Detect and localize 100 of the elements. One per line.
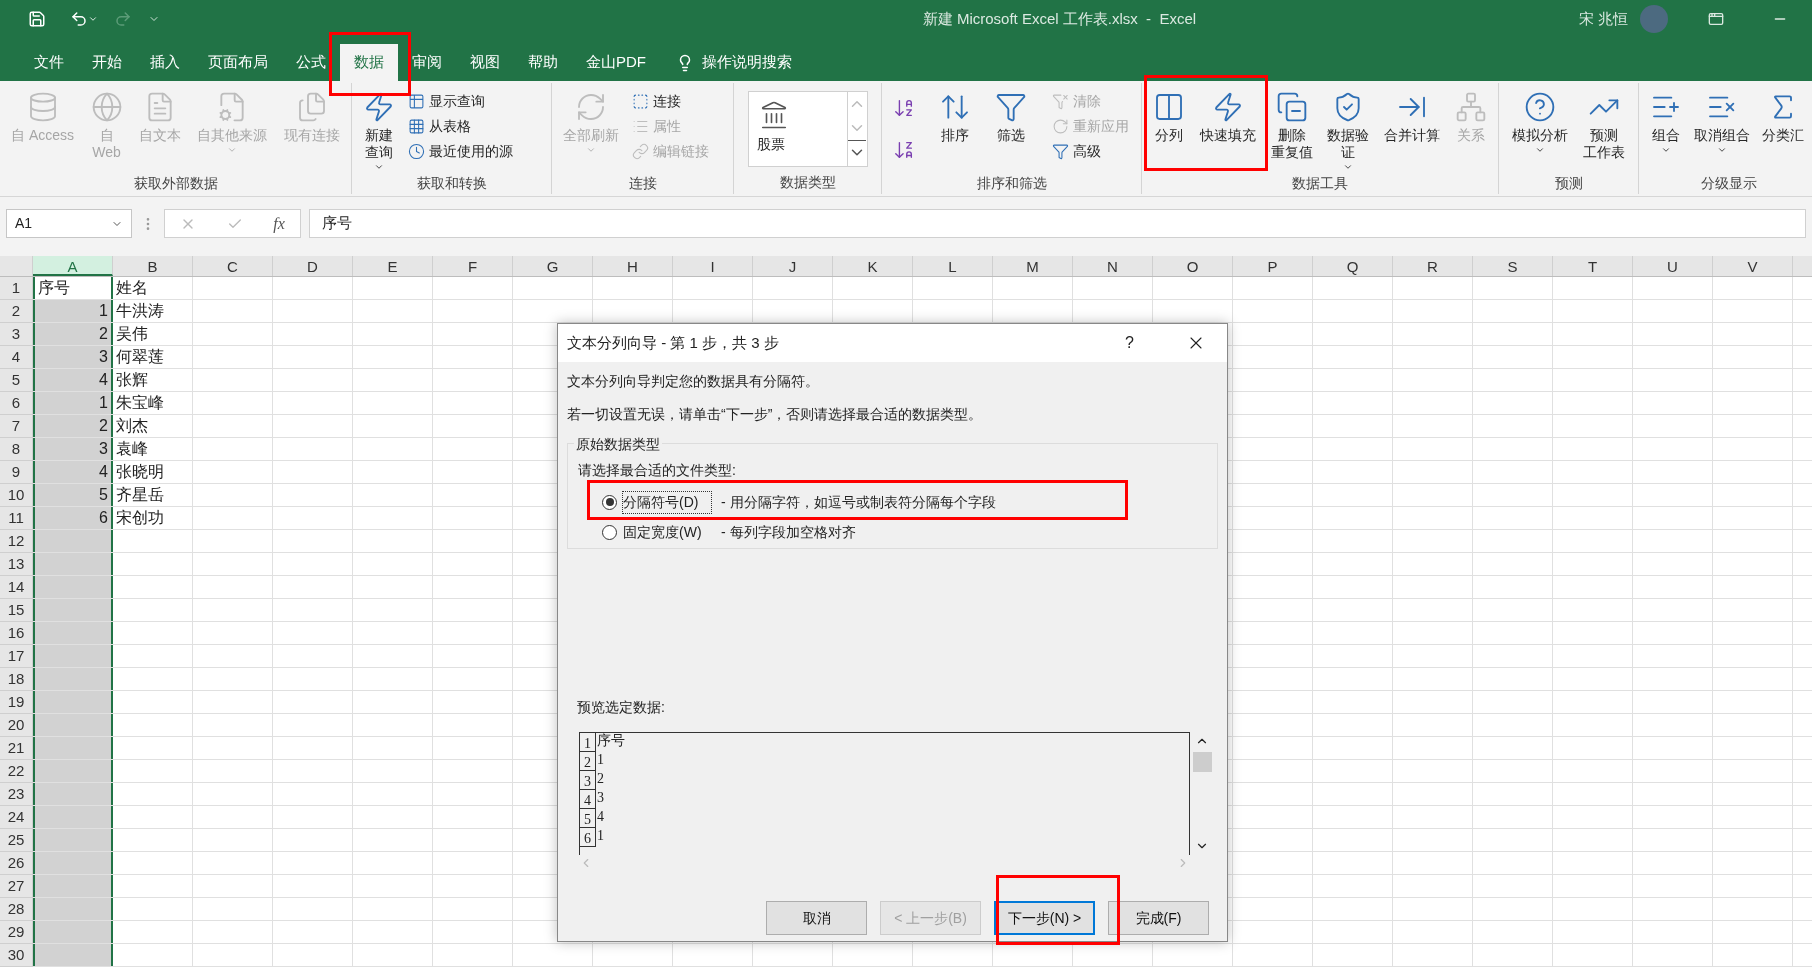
name-box[interactable]: A1 <box>6 209 132 238</box>
ribbon-button[interactable]: 显示查询 <box>404 89 517 114</box>
row-header[interactable]: 7 <box>0 415 33 438</box>
row-header[interactable]: 19 <box>0 691 33 714</box>
radio-label[interactable]: 固定宽度(W) <box>623 521 711 543</box>
ribbon-button[interactable]: 分列 <box>1150 87 1188 173</box>
ribbon-button[interactable]: 合并计算 <box>1381 87 1444 173</box>
ribbon-tab[interactable]: 开始 <box>78 44 136 81</box>
row-header[interactable]: 5 <box>0 369 33 392</box>
formula-field[interactable]: 序号 <box>309 209 1806 238</box>
ribbon-tab[interactable]: 公式 <box>282 44 340 81</box>
row-header[interactable]: 15 <box>0 599 33 622</box>
row-header[interactable]: 20 <box>0 714 33 737</box>
row-header[interactable]: 22 <box>0 760 33 783</box>
ribbon-button[interactable]: 删除 重复值 <box>1267 87 1316 173</box>
column-header[interactable]: M <box>993 256 1073 276</box>
ribbon-button[interactable]: 模拟分析 <box>1508 87 1571 173</box>
row-header[interactable]: 2 <box>0 300 33 323</box>
ribbon-button[interactable]: 预测 工作表 <box>1580 87 1629 173</box>
row-header[interactable]: 10 <box>0 484 33 507</box>
ribbon-button[interactable]: 最近使用的源 <box>404 139 517 164</box>
row-header[interactable]: 21 <box>0 737 33 760</box>
row-header[interactable]: 18 <box>0 668 33 691</box>
ribbon-button[interactable]: 新建 查询 <box>360 87 398 173</box>
ribbon-button[interactable]: 排序 <box>936 87 974 173</box>
dialog-button[interactable]: 下一步(N) > <box>994 901 1095 935</box>
ribbon-display-icon[interactable] <box>1708 11 1724 27</box>
column-header[interactable]: Q <box>1313 256 1393 276</box>
column-header[interactable]: F <box>433 256 513 276</box>
row-header[interactable]: 11 <box>0 507 33 530</box>
column-header[interactable]: L <box>913 256 993 276</box>
ribbon-button[interactable]: 数据验 证 <box>1324 87 1373 173</box>
undo-icon[interactable] <box>70 10 88 28</box>
ribbon-tab[interactable]: 金山PDF <box>572 44 660 81</box>
radio-button[interactable] <box>602 494 617 510</box>
row-header[interactable]: 14 <box>0 576 33 599</box>
row-header[interactable]: 16 <box>0 622 33 645</box>
row-header[interactable]: 4 <box>0 346 33 369</box>
user-name: 宋 兆恒 <box>1578 8 1628 29</box>
save-icon[interactable] <box>28 10 46 28</box>
row-header[interactable]: 6 <box>0 392 33 415</box>
group-label: 预测 <box>1553 174 1584 193</box>
column-header[interactable]: O <box>1153 256 1233 276</box>
ribbon-button[interactable]: 取消组合 <box>1691 87 1753 173</box>
column-header[interactable]: C <box>193 256 273 276</box>
help-button[interactable]: ? <box>1125 331 1134 355</box>
column-header[interactable]: V <box>1713 256 1793 276</box>
column-header[interactable]: I <box>673 256 753 276</box>
column-header[interactable]: U <box>1633 256 1713 276</box>
column-header[interactable]: B <box>113 256 193 276</box>
row-header[interactable]: 13 <box>0 553 33 576</box>
radio-label[interactable]: 分隔符号(D) <box>623 491 711 513</box>
column-header[interactable]: P <box>1233 256 1313 276</box>
insert-function-button[interactable]: fx <box>273 211 285 236</box>
column-header[interactable]: E <box>353 256 433 276</box>
ribbon-button[interactable]: 筛选 <box>992 87 1030 173</box>
row-header[interactable]: 9 <box>0 461 33 484</box>
row-header[interactable]: 28 <box>0 898 33 921</box>
ribbon-tab[interactable]: 插入 <box>136 44 194 81</box>
column-header[interactable]: D <box>273 256 353 276</box>
radio-button[interactable] <box>602 524 617 540</box>
ribbon-button[interactable]: 组合 <box>1647 87 1685 173</box>
row-header[interactable]: 26 <box>0 852 33 875</box>
row-header[interactable]: 23 <box>0 783 33 806</box>
ribbon-button[interactable]: 快速填充 <box>1196 87 1259 173</box>
ribbon-tab[interactable]: 页面布局 <box>194 44 282 81</box>
ribbon-tab[interactable]: 视图 <box>456 44 514 81</box>
column-header[interactable]: S <box>1473 256 1553 276</box>
row-header[interactable]: 27 <box>0 875 33 898</box>
ribbon-button[interactable]: 分类汇 <box>1759 87 1807 173</box>
scrollbar-thumb[interactable] <box>1192 752 1212 772</box>
row-header[interactable]: 1 <box>0 277 33 300</box>
column-header[interactable]: A <box>33 256 113 276</box>
ribbon-tab[interactable]: 数据 <box>340 44 398 81</box>
column-header[interactable]: R <box>1393 256 1473 276</box>
column-header[interactable]: H <box>593 256 673 276</box>
ribbon-tab[interactable]: 审阅 <box>398 44 456 81</box>
dialog-button[interactable]: 完成(F) <box>1108 901 1209 935</box>
row-header[interactable]: 3 <box>0 323 33 346</box>
caret-icon[interactable] <box>88 14 98 24</box>
column-header[interactable]: G <box>513 256 593 276</box>
ribbon-button[interactable]: 连接 <box>628 89 713 114</box>
column-header[interactable]: J <box>753 256 833 276</box>
row-header[interactable]: 17 <box>0 645 33 668</box>
ribbon-button[interactable]: 从表格 <box>404 114 517 139</box>
tell-me-search[interactable]: 操作说明搜索 <box>702 51 792 74</box>
dialog-button[interactable]: 取消 <box>766 901 867 935</box>
ribbon-button[interactable]: 高级 <box>1048 139 1133 164</box>
column-header[interactable]: N <box>1073 256 1153 276</box>
column-header[interactable]: T <box>1553 256 1633 276</box>
ribbon-tab[interactable]: 文件 <box>20 44 78 81</box>
row-header[interactable]: 12 <box>0 530 33 553</box>
column-header[interactable]: K <box>833 256 913 276</box>
row-header[interactable]: 25 <box>0 829 33 852</box>
ribbon-tab[interactable]: 帮助 <box>514 44 572 81</box>
row-header[interactable]: 24 <box>0 806 33 829</box>
data-type-gallery-item[interactable]: 股票 <box>747 91 848 167</box>
row-header[interactable]: 8 <box>0 438 33 461</box>
row-header[interactable]: 29 <box>0 921 33 944</box>
row-header[interactable]: 30 <box>0 944 33 967</box>
